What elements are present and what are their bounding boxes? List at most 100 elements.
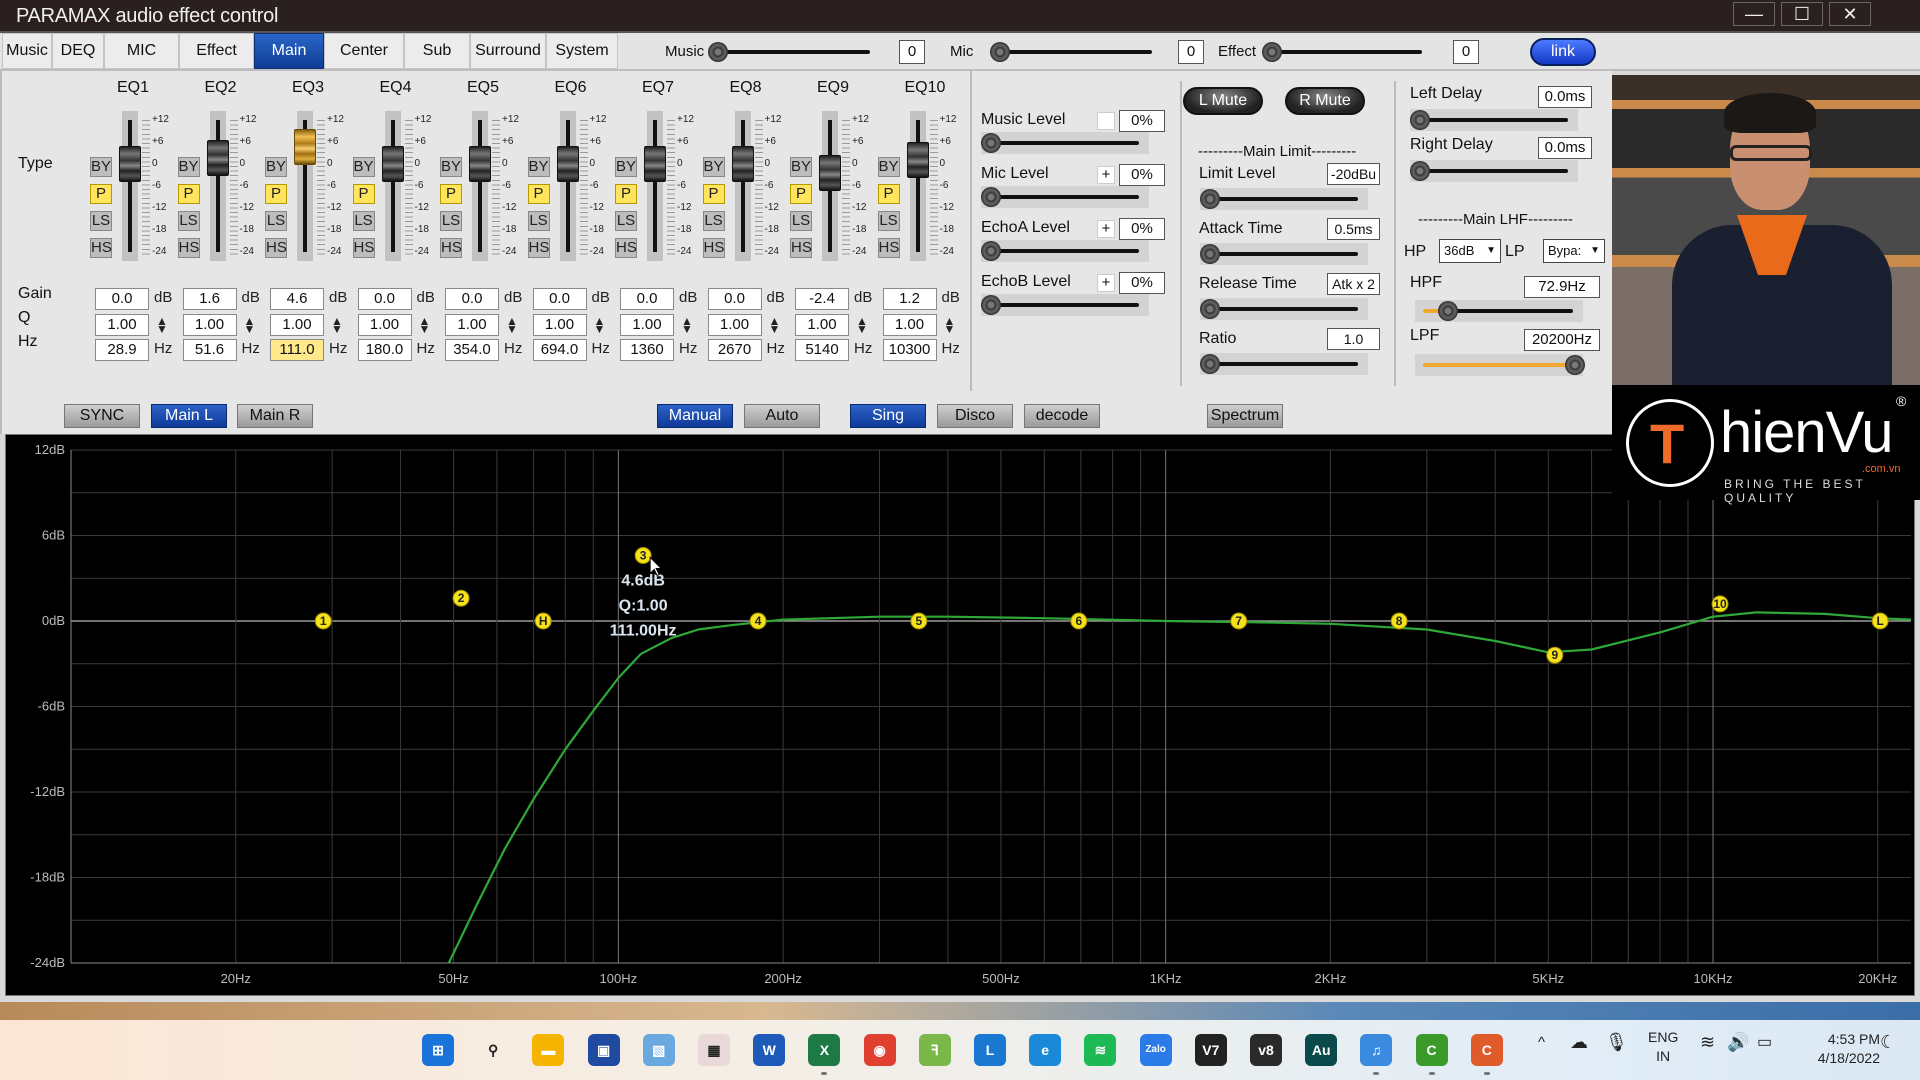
link-button[interactable]: link <box>1530 38 1596 66</box>
type-button-p[interactable]: P <box>352 184 375 204</box>
type-button-ls[interactable]: LS <box>702 211 725 231</box>
taskbar-word-icon[interactable]: W <box>753 1034 786 1066</box>
gain-input[interactable]: 0.0 <box>707 288 762 310</box>
gain-fader-track[interactable] <box>909 111 926 261</box>
taskbar-coccoc-icon[interactable]: ꟻ <box>918 1034 951 1066</box>
level-value[interactable]: 0% <box>1119 164 1165 186</box>
taskbar-v7-icon[interactable]: V7 <box>1194 1034 1227 1066</box>
lpf-slider[interactable] <box>1415 354 1585 376</box>
hpf-slider-knob[interactable] <box>1437 301 1458 321</box>
gain-input[interactable]: 1.2 <box>882 288 937 310</box>
taskbar-mahjong-icon[interactable]: ▦ <box>698 1034 730 1066</box>
tab-surround[interactable]: Surround <box>470 33 546 69</box>
tab-mic[interactable]: MIC <box>104 33 179 69</box>
taskbar-spotify-icon[interactable]: ≋ <box>1084 1034 1117 1066</box>
gain-input[interactable]: 0.0 <box>445 288 499 310</box>
type-button-ls[interactable]: LS <box>877 211 900 231</box>
type-button-by[interactable]: BY <box>352 157 375 177</box>
q-input[interactable]: 1.00 <box>707 314 762 336</box>
type-button-ls[interactable]: LS <box>440 211 462 231</box>
language-indicator[interactable]: ENG IN <box>1648 1028 1678 1066</box>
gain-fader-handle[interactable] <box>644 146 666 182</box>
limit-param-slider[interactable] <box>1200 243 1368 265</box>
freq-input[interactable]: 28.9 <box>95 339 149 361</box>
limit-slider-knob[interactable] <box>1200 189 1220 209</box>
q-spinner-icon[interactable]: ▲ ▼ <box>506 315 518 335</box>
type-button-hs[interactable]: HS <box>702 238 725 258</box>
q-spinner-icon[interactable]: ▲ ▼ <box>944 315 956 335</box>
level-value[interactable]: 0% <box>1119 272 1165 294</box>
freq-input[interactable]: 354.0 <box>445 339 499 361</box>
level-slider[interactable] <box>981 240 1149 262</box>
eq-chart-svg[interactable]: 12dB 6dB 0dB -6dB -12dB -18dB -24dB 20Hz 50Hz 100… <box>6 435 1916 997</box>
tab-system[interactable]: System <box>546 33 618 69</box>
volume-icon[interactable]: 🔊 <box>1727 1032 1749 1053</box>
tab-effect[interactable]: Effect <box>179 33 254 69</box>
taskbar-lingoes-icon[interactable]: L <box>974 1034 1006 1066</box>
close-button[interactable]: ✕ <box>1829 2 1871 26</box>
taskbar-paint-icon[interactable]: ▧ <box>642 1034 675 1066</box>
type-button-hs[interactable]: HS <box>440 238 462 258</box>
gain-fader-track[interactable] <box>472 111 488 261</box>
r-mute-button[interactable]: R Mute <box>1285 87 1365 115</box>
type-button-p[interactable]: P <box>265 184 287 204</box>
q-spinner-icon[interactable]: ▲ ▼ <box>156 315 168 335</box>
limit-param-slider[interactable] <box>1200 353 1368 375</box>
gain-fader-handle[interactable] <box>206 140 229 177</box>
q-input[interactable]: 1.00 <box>445 314 499 336</box>
type-button-p[interactable]: P <box>702 184 725 204</box>
freq-input[interactable]: 51.6 <box>182 339 237 361</box>
type-button-p[interactable]: P <box>615 184 637 204</box>
type-button-by[interactable]: BY <box>177 157 200 177</box>
music-slider[interactable] <box>715 50 870 54</box>
disco-button[interactable]: Disco <box>937 404 1013 428</box>
type-button-ls[interactable]: LS <box>527 211 550 231</box>
freq-input[interactable]: 111.0 <box>270 339 324 361</box>
type-button-by[interactable]: BY <box>527 157 550 177</box>
gain-fader-handle[interactable] <box>294 129 316 166</box>
level-toggle[interactable]: + <box>1097 220 1115 238</box>
sync-button[interactable]: SYNC <box>64 404 140 428</box>
q-spinner-icon[interactable]: ▲ ▼ <box>419 315 431 335</box>
gain-input[interactable]: 4.6 <box>270 288 324 310</box>
gain-fader-handle[interactable] <box>556 146 579 182</box>
manual-button[interactable]: Manual <box>657 404 733 428</box>
type-button-p[interactable]: P <box>177 184 200 204</box>
q-input[interactable]: 1.00 <box>182 314 237 336</box>
level-slider-knob[interactable] <box>981 241 1001 261</box>
taskbar-zalo-icon[interactable]: Zalo <box>1139 1034 1172 1066</box>
microphone-icon[interactable]: 🎙 <box>1605 1032 1628 1053</box>
type-button-hs[interactable]: HS <box>790 238 812 258</box>
mic-slider-knob[interactable] <box>990 42 1010 62</box>
type-button-ls[interactable]: LS <box>177 211 200 231</box>
tab-deq[interactable]: DEQ <box>52 33 104 69</box>
q-input[interactable]: 1.00 <box>95 314 149 336</box>
level-slider-knob[interactable] <box>981 133 1001 153</box>
type-button-hs[interactable]: HS <box>177 238 200 258</box>
tray-chevron-icon[interactable]: ^ <box>1538 1034 1545 1051</box>
q-input[interactable]: 1.00 <box>795 314 849 336</box>
freq-input[interactable]: 180.0 <box>357 339 412 361</box>
q-input[interactable]: 1.00 <box>532 314 587 336</box>
decode-button[interactable]: decode <box>1024 404 1100 428</box>
type-button-ls[interactable]: LS <box>90 211 112 231</box>
q-spinner-icon[interactable]: ▲ ▼ <box>244 315 256 335</box>
limit-slider-knob[interactable] <box>1200 244 1220 264</box>
taskbar-edge-icon[interactable]: e <box>1029 1034 1062 1066</box>
spectrum-button[interactable]: Spectrum <box>1207 404 1283 428</box>
level-value[interactable]: 0% <box>1119 110 1165 132</box>
type-button-hs[interactable]: HS <box>615 238 637 258</box>
sing-button[interactable]: Sing <box>850 404 926 428</box>
q-spinner-icon[interactable]: ▲ ▼ <box>856 315 868 335</box>
mic-value[interactable]: 0 <box>1178 40 1204 64</box>
type-button-hs[interactable]: HS <box>265 238 287 258</box>
gain-input[interactable]: -2.4 <box>795 288 849 310</box>
taskbar-search-icon[interactable]: ⚲ <box>477 1034 509 1066</box>
type-button-hs[interactable]: HS <box>90 238 112 258</box>
taskbar-chrome-icon[interactable]: ◉ <box>863 1034 896 1066</box>
gain-fader-handle[interactable] <box>819 154 841 191</box>
freq-input[interactable]: 2670 <box>707 339 762 361</box>
gain-fader-handle[interactable] <box>381 146 404 182</box>
gain-input[interactable]: 1.6 <box>182 288 237 310</box>
type-button-ls[interactable]: LS <box>265 211 287 231</box>
